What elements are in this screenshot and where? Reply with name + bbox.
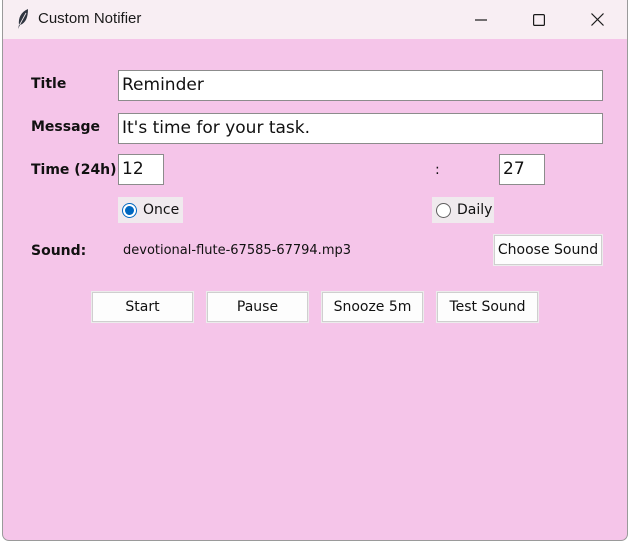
maximize-icon [533,13,545,26]
radio-daily-label: Daily [457,202,493,218]
message-input[interactable]: It's time for your task. [118,113,603,144]
hour-input[interactable]: 12 [118,154,164,185]
radio-daily[interactable]: Daily [432,197,494,223]
radio-once-label: Once [143,202,180,218]
feather-icon [15,8,31,30]
radio-once[interactable]: Once [118,197,183,223]
message-label: Message [31,119,101,135]
title-bar[interactable]: Custom Notifier [3,0,627,39]
close-icon [590,13,604,26]
sound-label: Sound: [31,243,87,259]
title-label: Title [31,76,67,92]
time-separator: : [435,162,440,178]
app-window: Custom Notifier Title Reminder Message I… [2,0,628,541]
test-sound-button[interactable]: Test Sound [437,292,538,322]
minimize-button[interactable] [458,0,504,39]
window-title: Custom Notifier [38,10,142,27]
snooze-button[interactable]: Snooze 5m [322,292,423,322]
maximize-button[interactable] [516,0,562,39]
time-label: Time (24h) [31,162,117,178]
minute-input[interactable]: 27 [499,154,545,185]
radio-unselected-icon [436,202,451,218]
close-button[interactable] [574,0,620,39]
minimize-icon [475,18,487,21]
pause-button[interactable]: Pause [207,292,308,322]
start-button[interactable]: Start [92,292,193,322]
title-input[interactable]: Reminder [118,70,603,101]
sound-filename: devotional-flute-67585-67794.mp3 [123,243,352,258]
choose-sound-button[interactable]: Choose Sound [494,235,602,265]
radio-selected-icon [122,202,137,218]
